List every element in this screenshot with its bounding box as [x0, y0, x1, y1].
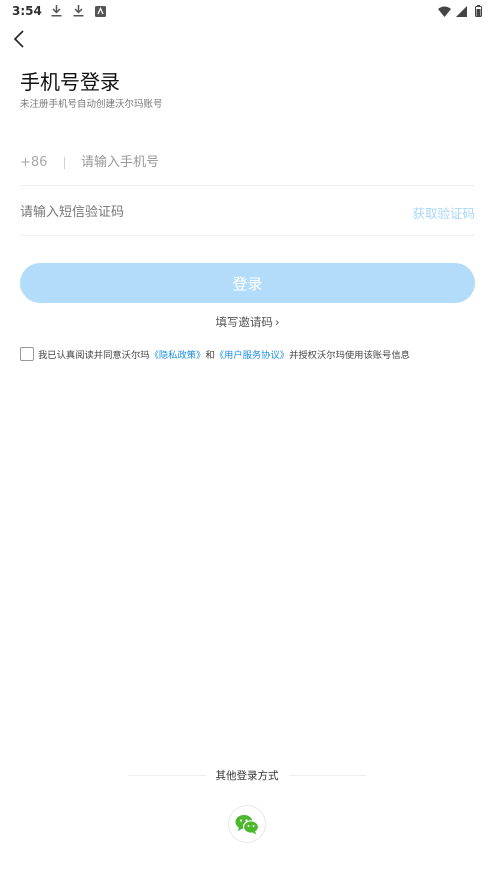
download-icon [50, 4, 64, 18]
other-login-divider: 其他登录方式 [128, 768, 366, 783]
status-left: 3:54 [12, 4, 108, 18]
agreement-and: 和 [205, 350, 215, 361]
privacy-policy-link[interactable]: 《隐私政策》 [150, 350, 206, 361]
code-row: 获取验证码 [20, 190, 475, 236]
phone-row: +86 [20, 140, 475, 186]
agreement-text: 我已认真阅读并同意沃尔玛《隐私政策》和《用户服务协议》并授权沃尔玛使用该账号信息 [38, 347, 410, 361]
divider-line [128, 775, 206, 776]
invite-code-label: 填写邀请码 [215, 315, 273, 329]
chevron-left-icon [13, 30, 24, 48]
status-time: 3:54 [12, 4, 42, 18]
get-code-button[interactable]: 获取验证码 [412, 203, 475, 222]
battery-icon [471, 4, 485, 18]
agreement-prefix: 我已认真阅读并同意沃尔玛 [38, 350, 150, 361]
divider [64, 156, 65, 169]
wechat-login-button[interactable] [228, 805, 266, 843]
phone-input[interactable] [81, 155, 475, 170]
wechat-icon [235, 814, 259, 834]
user-service-agreement-link[interactable]: 《用户服务协议》 [215, 350, 289, 361]
back-button[interactable] [8, 28, 30, 50]
sms-code-input[interactable] [20, 205, 413, 220]
login-button[interactable]: 登录 [20, 263, 475, 303]
download-icon [72, 4, 86, 18]
status-bar: 3:54 [0, 0, 495, 22]
agreement-suffix: 并授权沃尔玛使用该账号信息 [289, 350, 410, 361]
country-code[interactable]: +86 [20, 155, 60, 170]
agreement-checkbox[interactable] [20, 347, 34, 361]
chevron-right-icon: › [274, 315, 280, 329]
agreement-row: 我已认真阅读并同意沃尔玛《隐私政策》和《用户服务协议》并授权沃尔玛使用该账号信息 [20, 347, 480, 361]
signal-icon [454, 4, 468, 18]
notification-icon [94, 4, 108, 18]
page-title: 手机号登录 [20, 70, 120, 94]
divider-line [288, 775, 366, 776]
other-login-label: 其他登录方式 [215, 770, 279, 782]
status-right [437, 4, 485, 18]
wifi-icon [437, 4, 451, 18]
page-subtitle: 未注册手机号自动创建沃尔玛账号 [20, 99, 163, 110]
invite-code-link[interactable]: 填写邀请码 › [0, 314, 495, 330]
